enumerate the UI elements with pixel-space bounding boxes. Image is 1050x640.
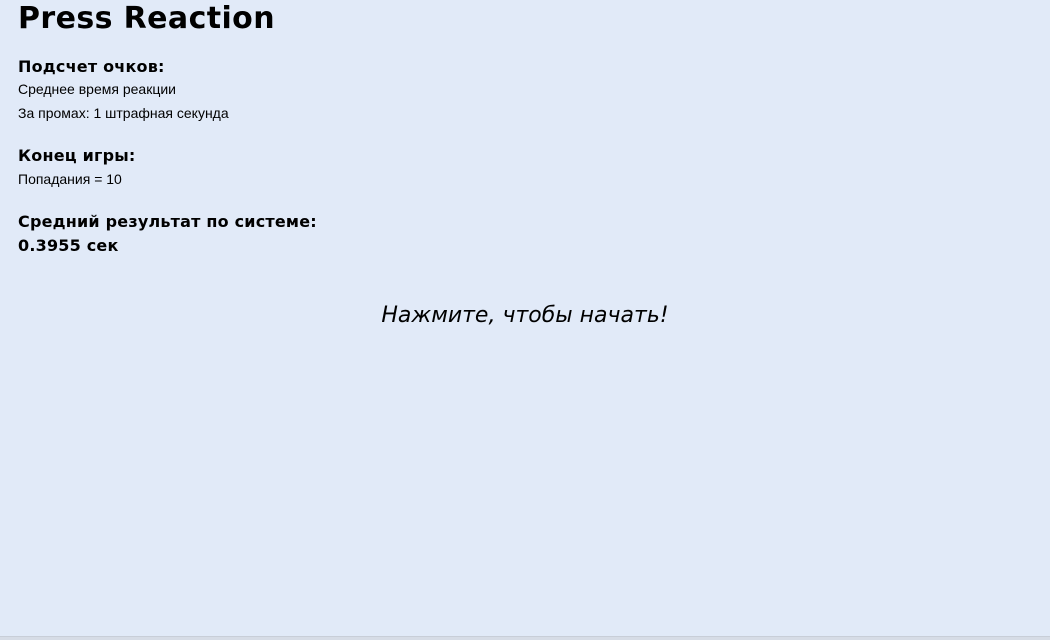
bottom-border — [0, 636, 1050, 640]
scoring-rule-penalty: За промах: 1 штрафная секунда — [18, 105, 229, 121]
end-game-section: Конец игры: Попадания = 10 — [18, 146, 136, 191]
game-screen[interactable]: Press Reaction Подсчет очков: Среднее вр… — [0, 0, 1050, 636]
scoring-section: Подсчет очков: Среднее время реакции За … — [18, 57, 229, 125]
page-title: Press Reaction — [18, 1, 275, 36]
start-prompt[interactable]: Нажмите, чтобы начать! — [0, 300, 1050, 332]
end-game-rule: Попадания = 10 — [18, 171, 122, 187]
scoring-rule-average: Среднее время реакции — [18, 81, 176, 97]
average-heading: Средний результат по системе: — [18, 212, 317, 231]
average-value: 0.3955 сек — [18, 236, 119, 255]
end-game-heading: Конец игры: — [18, 146, 136, 165]
average-section: Средний результат по системе: 0.3955 сек — [18, 210, 317, 258]
scoring-heading: Подсчет очков: — [18, 57, 165, 76]
